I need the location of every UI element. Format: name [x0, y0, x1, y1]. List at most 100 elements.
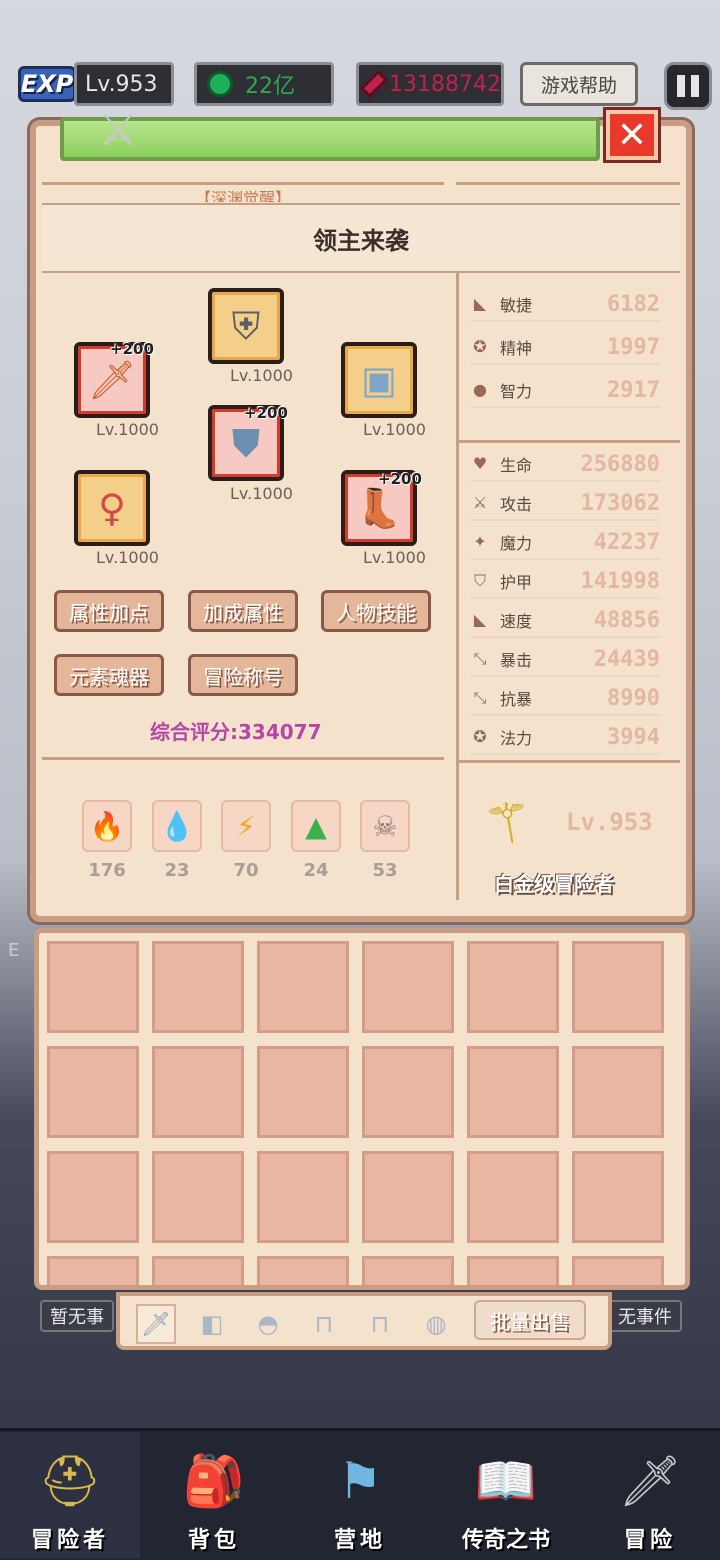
armor-level: Lv.1000 — [230, 484, 293, 503]
tab-accessories[interactable]: ◍ — [416, 1304, 456, 1344]
inventory-cell[interactable] — [152, 941, 244, 1033]
fire-icon: 🔥 — [89, 809, 125, 843]
help-button[interactable]: 游戏帮助 — [520, 62, 638, 106]
stat-value: 2917 — [607, 377, 660, 403]
sword-icon: ⚔ — [472, 493, 488, 512]
inventory-cell[interactable] — [47, 1151, 139, 1243]
stat-crit: ⤡ 暴击 24439 — [470, 643, 660, 677]
skills-button[interactable]: 人物技能 — [321, 590, 431, 632]
bonus-attr-button[interactable]: 加成属性 — [188, 590, 298, 632]
close-button[interactable]: ✕ — [603, 107, 661, 163]
necklace-slot[interactable]: ♀ — [74, 470, 150, 546]
inventory-cell[interactable] — [47, 1046, 139, 1138]
helmet-slot[interactable]: ⛨ — [208, 288, 284, 364]
adventure-title-button[interactable]: 冒险称号 — [188, 654, 298, 696]
inventory-cell[interactable] — [152, 1151, 244, 1243]
armor-bonus: +200 — [244, 404, 288, 422]
stat-name: 生命 — [500, 456, 533, 475]
inventory-cell[interactable] — [572, 1046, 664, 1138]
stat-value: 24439 — [593, 646, 660, 672]
ruby-icon — [359, 69, 389, 99]
stat-agility: ◣ 敏捷 6182 — [470, 288, 660, 322]
stat-name: 精神 — [500, 339, 533, 358]
fire-element[interactable]: 🔥 — [82, 800, 132, 852]
inventory-cell[interactable] — [572, 1151, 664, 1243]
earth-icon: ▲ — [305, 809, 327, 843]
inventory-cell[interactable] — [152, 1256, 244, 1285]
exp-logo: EXP — [18, 66, 76, 102]
red-currency: 13188742 — [356, 62, 504, 106]
tab-armor[interactable]: ◧ — [192, 1304, 232, 1344]
stat-speed: ◣ 速度 48856 — [470, 604, 660, 638]
stat-value: 3994 — [607, 724, 660, 750]
inventory-cell[interactable] — [572, 1256, 664, 1285]
inventory-cell[interactable] — [257, 1151, 349, 1243]
lightning-value: 70 — [233, 860, 259, 881]
stat-value: 42237 — [593, 529, 660, 555]
inventory-cell[interactable] — [362, 1256, 454, 1285]
inventory-cell[interactable] — [572, 941, 664, 1033]
boot-icon: ◣ — [473, 610, 487, 629]
player-level: Lv.953 — [74, 62, 174, 106]
inventory-cell[interactable] — [467, 941, 559, 1033]
inventory-cell[interactable] — [257, 1046, 349, 1138]
inventory-cell[interactable] — [257, 941, 349, 1033]
stat-crit-resist: ⤡ 抗暴 8990 — [470, 682, 660, 716]
inventory-cell[interactable] — [47, 1256, 139, 1285]
inventory-cell[interactable] — [362, 1151, 454, 1243]
stat-mana: ✪ 法力 3994 — [470, 721, 660, 755]
tab-helmets[interactable]: ◓ — [248, 1304, 288, 1344]
bulk-sell-button[interactable]: 批量出售 — [474, 1300, 586, 1340]
water-value: 23 — [164, 860, 190, 881]
nav-backpack[interactable]: 🎒 背包 — [144, 1432, 284, 1558]
dark-element[interactable]: ☠ — [360, 800, 410, 852]
edge-label: E — [8, 940, 20, 961]
pants-icon: ⊓ — [370, 1310, 390, 1338]
nav-legend-book[interactable]: 📖 传奇之书 — [436, 1432, 576, 1558]
inventory-cell[interactable] — [467, 1256, 559, 1285]
hero-level: Lv.953 — [566, 808, 653, 836]
earth-element[interactable]: ▲ — [291, 800, 341, 852]
fire-value: 176 — [88, 860, 126, 881]
overall-score: 综合评分:334077 — [150, 720, 322, 744]
stat-hp: ♥ 生命 256880 — [470, 448, 660, 482]
boss-raid-banner: 领主来袭 — [42, 203, 680, 273]
chest-slot[interactable]: ▣ — [341, 342, 417, 418]
water-element[interactable]: 💧 — [152, 800, 202, 852]
inventory-cell[interactable] — [362, 941, 454, 1033]
stat-value: 256880 — [580, 451, 660, 477]
book-icon: 📖 — [474, 1451, 538, 1510]
stat-value: 1997 — [607, 334, 660, 360]
inventory-cell[interactable] — [47, 941, 139, 1033]
attr-points-button[interactable]: 属性加点 — [54, 590, 164, 632]
tab-weapons[interactable]: 🗡 — [136, 1304, 176, 1344]
nav-adventure[interactable]: 🗡 冒险 — [580, 1432, 720, 1558]
necklace-level: Lv.1000 — [96, 548, 159, 567]
lightning-icon: ⚡ — [236, 809, 256, 843]
inventory-cell[interactable] — [257, 1256, 349, 1285]
chestplate-icon: ▣ — [361, 358, 397, 402]
inventory-cell[interactable] — [362, 1046, 454, 1138]
tab-chest[interactable]: ⊓ — [304, 1304, 344, 1344]
nav-camp[interactable]: ⚑ 营地 — [290, 1432, 430, 1558]
nav-adventurer[interactable]: ⛑ 冒险者 — [0, 1432, 140, 1558]
wand-icon: ✦ — [473, 532, 487, 551]
tab-legs[interactable]: ⊓ — [360, 1304, 400, 1344]
adventurer-icon: ⛑ — [38, 1451, 102, 1510]
skull-icon: ☠ — [372, 809, 398, 843]
element-soul-button[interactable]: 元素魂器 — [54, 654, 164, 696]
camp-icon: ⚑ — [337, 1452, 383, 1510]
stat-intelligence: ● 智力 2917 — [470, 374, 660, 408]
stat-name: 攻击 — [500, 495, 533, 514]
stat-name: 暴击 — [500, 651, 533, 670]
close-icon: ✕ — [616, 114, 648, 156]
inventory-cell[interactable] — [152, 1046, 244, 1138]
stat-attack: ⚔ 攻击 173062 — [470, 487, 660, 521]
inventory-grid — [34, 928, 690, 1290]
pause-button[interactable] — [664, 62, 712, 110]
character-subtitle: 【深渊觉醒】 — [42, 182, 444, 202]
inventory-cell[interactable] — [467, 1046, 559, 1138]
lightning-element[interactable]: ⚡ — [221, 800, 271, 852]
stat-name: 速度 — [500, 612, 533, 631]
inventory-cell[interactable] — [467, 1151, 559, 1243]
